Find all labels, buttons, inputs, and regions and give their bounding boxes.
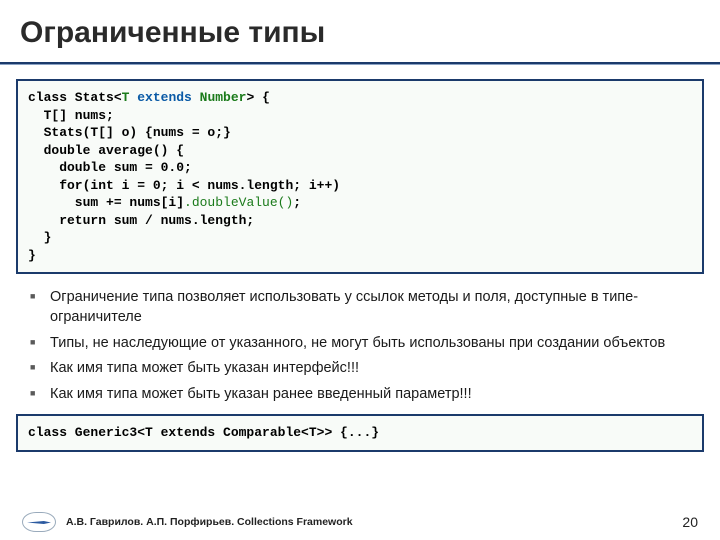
footer-text: А.В. Гаврилов. А.П. Порфирьев. Collectio… [66, 516, 353, 528]
code-l8: return sum / nums.length; [28, 213, 254, 228]
logo-icon [22, 512, 56, 532]
code-l7a: sum += nums[i] [28, 195, 184, 210]
list-item: Ограничение типа позволяет использовать … [36, 288, 700, 327]
code-l5: double sum = 0.0; [28, 160, 192, 175]
code-block-generic3: class Generic3<T extends Comparable<T>> … [16, 414, 704, 452]
slide-title: Ограниченные типы [0, 0, 720, 62]
footer: А.В. Гаврилов. А.П. Порфирьев. Collectio… [0, 512, 720, 532]
code-l10: } [28, 248, 36, 263]
code-l6: for(int i = 0; i < nums.length; i++) [28, 178, 340, 193]
footer-left: А.В. Гаврилов. А.П. Порфирьев. Collectio… [22, 512, 353, 532]
code-l1e: > { [246, 90, 269, 105]
page-number: 20 [682, 514, 698, 530]
list-item: Типы, не наследующие от указанного, не м… [36, 334, 700, 354]
code-l3: Stats(T[] o) {nums = o;} [28, 125, 231, 140]
code-l1c: extends [129, 90, 199, 105]
code-l9: } [28, 230, 51, 245]
code-block-stats: class Stats<T extends Number> { T[] nums… [16, 79, 704, 274]
code2-text: class Generic3<T extends Comparable<T>> … [28, 425, 379, 440]
bullet-list: Ограничение типа позволяет использовать … [36, 288, 700, 404]
code-l4: double average() { [28, 143, 184, 158]
list-item: Как имя типа может быть указан интерфейс… [36, 359, 700, 379]
code-l1a: class Stats< [28, 90, 122, 105]
code-l7b: .doubleValue() [184, 195, 293, 210]
code-l7c: ; [293, 195, 301, 210]
code-l1d: Number [200, 90, 247, 105]
title-rule [0, 62, 720, 65]
list-item: Как имя типа может быть указан ранее вве… [36, 385, 700, 405]
code-l2: T[] nums; [28, 108, 114, 123]
